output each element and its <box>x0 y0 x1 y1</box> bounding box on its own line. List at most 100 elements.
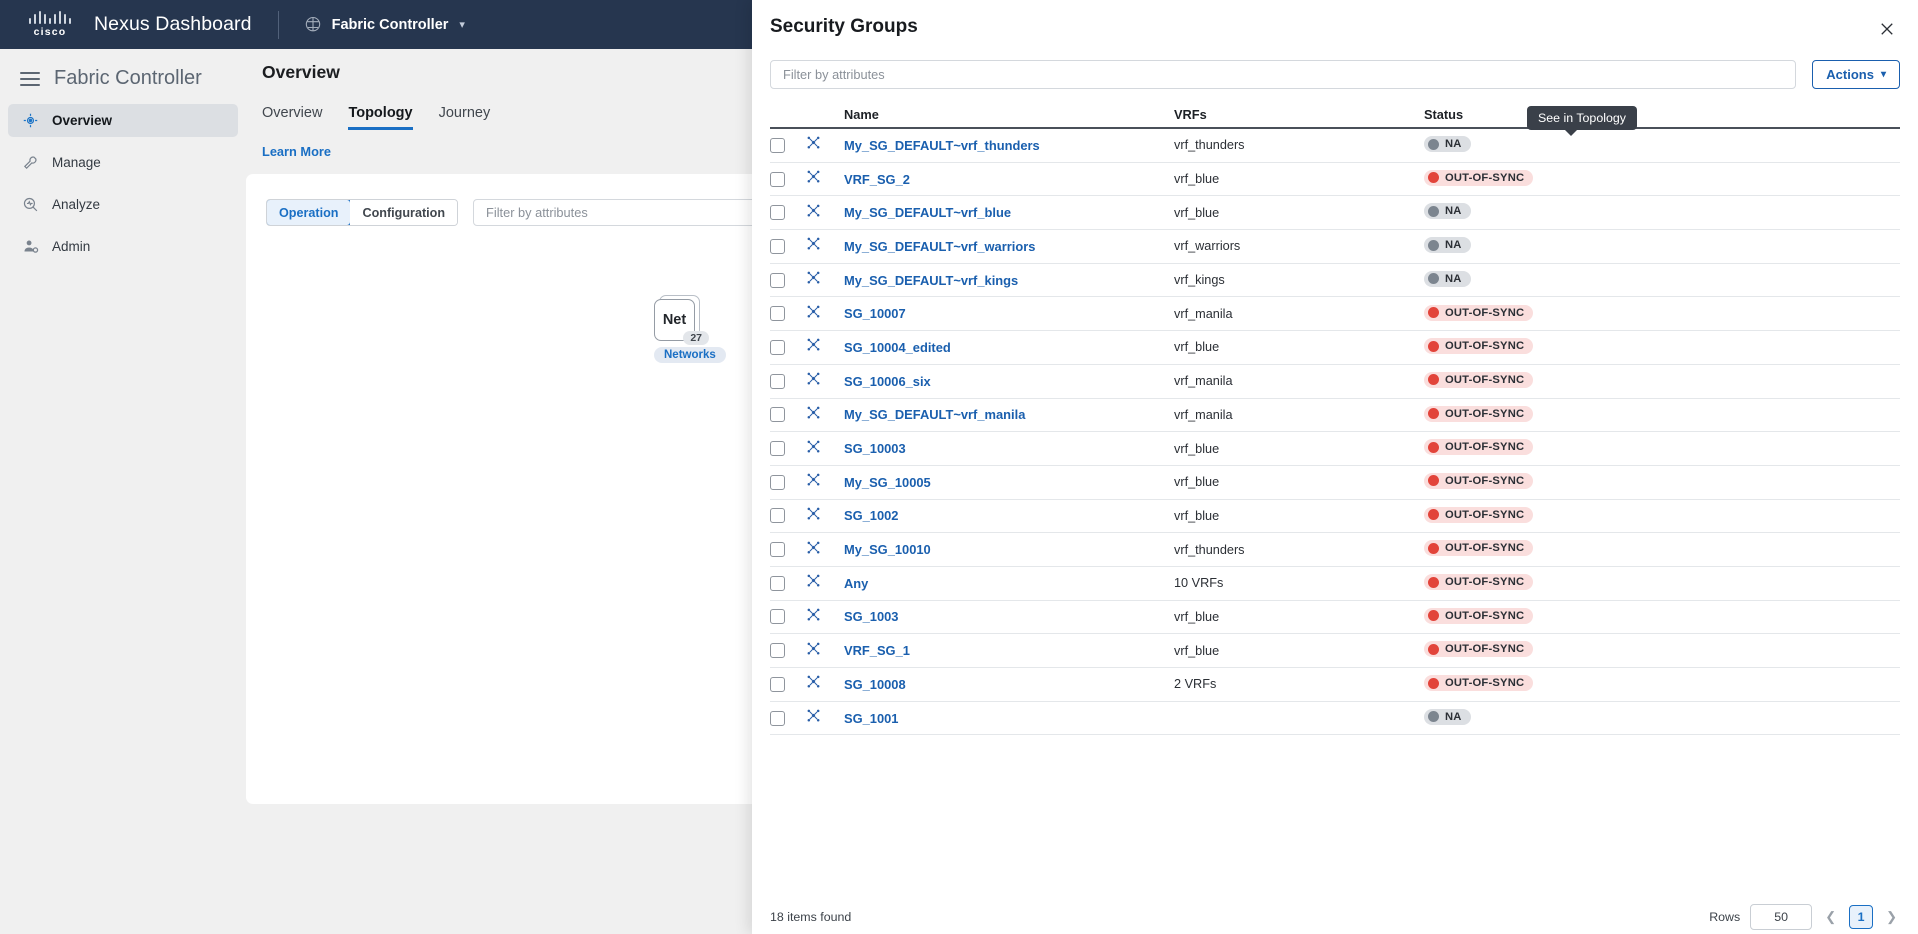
see-in-topology-icon[interactable] <box>806 270 821 285</box>
row-name-link[interactable]: VRF_SG_1 <box>844 643 1174 658</box>
row-name-link[interactable]: SG_10006_six <box>844 374 1174 389</box>
row-checkbox[interactable] <box>770 306 785 322</box>
see-in-topology-icon[interactable] <box>806 708 821 723</box>
row-name-link[interactable]: Any <box>844 576 1174 591</box>
see-in-topology-icon[interactable] <box>806 607 821 622</box>
table-row[interactable]: Any 10 VRFs OUT-OF-SYNC <box>770 567 1900 601</box>
table-row[interactable]: SG_10007 vrf_manila OUT-OF-SYNC <box>770 297 1900 332</box>
row-checkbox[interactable] <box>770 339 785 355</box>
table-row[interactable]: My_SG_DEFAULT~vrf_manila vrf_manila OUT-OF… <box>770 399 1900 433</box>
see-in-topology-icon[interactable] <box>806 506 821 521</box>
segment-configuration[interactable]: Configuration <box>350 200 458 225</box>
see-in-topology-icon[interactable] <box>806 439 821 454</box>
row-vrfs: vrf_blue <box>1174 205 1220 220</box>
see-in-topology-icon[interactable] <box>806 540 821 555</box>
row-checkbox[interactable] <box>770 575 785 591</box>
row-checkbox[interactable] <box>770 137 785 153</box>
chevron-left-icon[interactable]: ❮ <box>1822 909 1839 925</box>
row-name-link[interactable]: SG_1003 <box>844 609 1174 624</box>
row-checkbox[interactable] <box>770 710 785 726</box>
close-icon[interactable] <box>1878 20 1896 38</box>
row-name-link[interactable]: SG_10008 <box>844 677 1174 692</box>
tab-topology[interactable]: Topology <box>348 105 413 130</box>
table-row[interactable]: My_SG_DEFAULT~vrf_blue vrf_blue NA <box>770 196 1900 231</box>
row-checkbox[interactable] <box>770 272 785 288</box>
row-name-link[interactable]: SG_1001 <box>844 711 1174 726</box>
see-in-topology-icon[interactable] <box>806 169 821 184</box>
table-row[interactable]: My_SG_DEFAULT~vrf_kings vrf_kings NA <box>770 264 1900 298</box>
sidebar-item-admin[interactable]: Admin <box>8 230 238 263</box>
table-row[interactable]: My_SG_10010 vrf_thunders OUT-OF-SYNC <box>770 533 1900 567</box>
row-checkbox[interactable] <box>770 609 785 625</box>
row-name-link[interactable]: SG_10004_edited <box>844 340 1174 355</box>
chevron-right-icon[interactable]: ❯ <box>1883 909 1900 925</box>
table-row[interactable]: SG_1001 NA <box>770 702 1900 736</box>
row-checkbox[interactable] <box>770 238 785 254</box>
row-checkbox[interactable] <box>770 205 785 221</box>
drawer-filter-input[interactable]: Filter by attributes <box>770 60 1797 89</box>
table-row[interactable]: SG_10004_edited vrf_blue OUT-OF-SYNC <box>770 331 1900 365</box>
actions-button[interactable]: Actions ▾ <box>1812 60 1900 89</box>
see-in-topology-icon[interactable] <box>806 405 821 420</box>
see-in-topology-icon[interactable] <box>806 236 821 251</box>
rows-per-page-label: Rows <box>1709 910 1741 924</box>
row-checkbox[interactable] <box>770 676 785 692</box>
tab-overview[interactable]: Overview <box>262 105 322 130</box>
row-checkbox[interactable] <box>770 171 785 187</box>
row-name-link[interactable]: My_SG_10005 <box>844 475 1174 490</box>
row-checkbox[interactable] <box>770 373 785 389</box>
table-row[interactable]: VRF_SG_1 vrf_blue OUT-OF-SYNC <box>770 634 1900 668</box>
page-number[interactable]: 1 <box>1849 905 1874 929</box>
row-name-link[interactable]: SG_10007 <box>844 306 1174 321</box>
sidebar-item-manage[interactable]: Manage <box>8 146 238 179</box>
table-row[interactable]: SG_10008 2 VRFs OUT-OF-SYNC <box>770 668 1900 702</box>
row-vrfs: vrf_thunders <box>1174 542 1245 557</box>
see-in-topology-icon[interactable] <box>806 304 821 319</box>
tab-journey[interactable]: Journey <box>439 105 491 130</box>
table-row[interactable]: My_SG_DEFAULT~vrf_warriors vrf_warriors NA <box>770 230 1900 264</box>
table-row[interactable]: My_SG_DEFAULT~vrf_thunders vrf_thunders NA <box>770 129 1900 163</box>
header-vrfs[interactable]: VRFs <box>1174 107 1424 122</box>
row-checkbox[interactable] <box>770 643 785 659</box>
row-name-link[interactable]: My_SG_10010 <box>844 542 1174 557</box>
table-row[interactable]: SG_1003 vrf_blue OUT-OF-SYNC <box>770 601 1900 635</box>
header-status[interactable]: Status <box>1424 107 1900 122</box>
status-dot-icon <box>1428 239 1439 251</box>
row-checkbox[interactable] <box>770 508 785 524</box>
row-checkbox[interactable] <box>770 474 785 490</box>
header-name[interactable]: Name <box>844 107 1174 122</box>
hamburger-menu-icon[interactable] <box>20 71 40 86</box>
see-in-topology-icon[interactable] <box>806 674 821 689</box>
see-in-topology-icon[interactable] <box>806 472 821 487</box>
row-name-link[interactable]: My_SG_DEFAULT~vrf_blue <box>844 205 1174 220</box>
table-row[interactable]: SG_10006_six vrf_manila OUT-OF-SYNC <box>770 365 1900 399</box>
row-name-link[interactable]: My_SG_DEFAULT~vrf_thunders <box>844 138 1174 153</box>
see-in-topology-icon[interactable] <box>806 135 821 150</box>
sidebar-item-overview[interactable]: Overview <box>8 104 238 137</box>
rows-per-page-select[interactable]: 50 <box>1750 904 1813 930</box>
cisco-logo[interactable]: cisco <box>22 11 78 38</box>
row-name-link[interactable]: VRF_SG_2 <box>844 172 1174 187</box>
see-in-topology-icon[interactable] <box>806 337 821 352</box>
sidebar-item-analyze[interactable]: Analyze <box>8 188 238 221</box>
see-in-topology-icon[interactable] <box>806 371 821 386</box>
row-name-link[interactable]: My_SG_DEFAULT~vrf_warriors <box>844 239 1174 254</box>
table-row[interactable]: SG_1002 vrf_blue OUT-OF-SYNC <box>770 500 1900 534</box>
table-row[interactable]: SG_10003 vrf_blue OUT-OF-SYNC <box>770 432 1900 466</box>
segment-operation[interactable]: Operation <box>267 200 352 225</box>
service-switcher[interactable]: Fabric Controller ▾ <box>303 15 465 35</box>
table-row[interactable]: My_SG_10005 vrf_blue OUT-OF-SYNC <box>770 466 1900 500</box>
row-checkbox[interactable] <box>770 407 785 423</box>
row-checkbox[interactable] <box>770 441 785 457</box>
table-row[interactable]: VRF_SG_2 vrf_blue OUT-OF-SYNC <box>770 163 1900 197</box>
see-in-topology-icon[interactable] <box>806 203 821 218</box>
see-in-topology-icon[interactable] <box>806 641 821 656</box>
row-name-link[interactable]: SG_1002 <box>844 508 1174 523</box>
see-in-topology-icon[interactable] <box>806 573 821 588</box>
row-name-link[interactable]: SG_10003 <box>844 441 1174 456</box>
row-checkbox[interactable] <box>770 542 785 558</box>
row-vrfs: vrf_manila <box>1174 374 1233 389</box>
topology-node-networks[interactable]: Net 27 Networks <box>654 295 726 363</box>
row-name-link[interactable]: My_SG_DEFAULT~vrf_kings <box>844 273 1174 288</box>
row-name-link[interactable]: My_SG_DEFAULT~vrf_manila <box>844 407 1174 422</box>
